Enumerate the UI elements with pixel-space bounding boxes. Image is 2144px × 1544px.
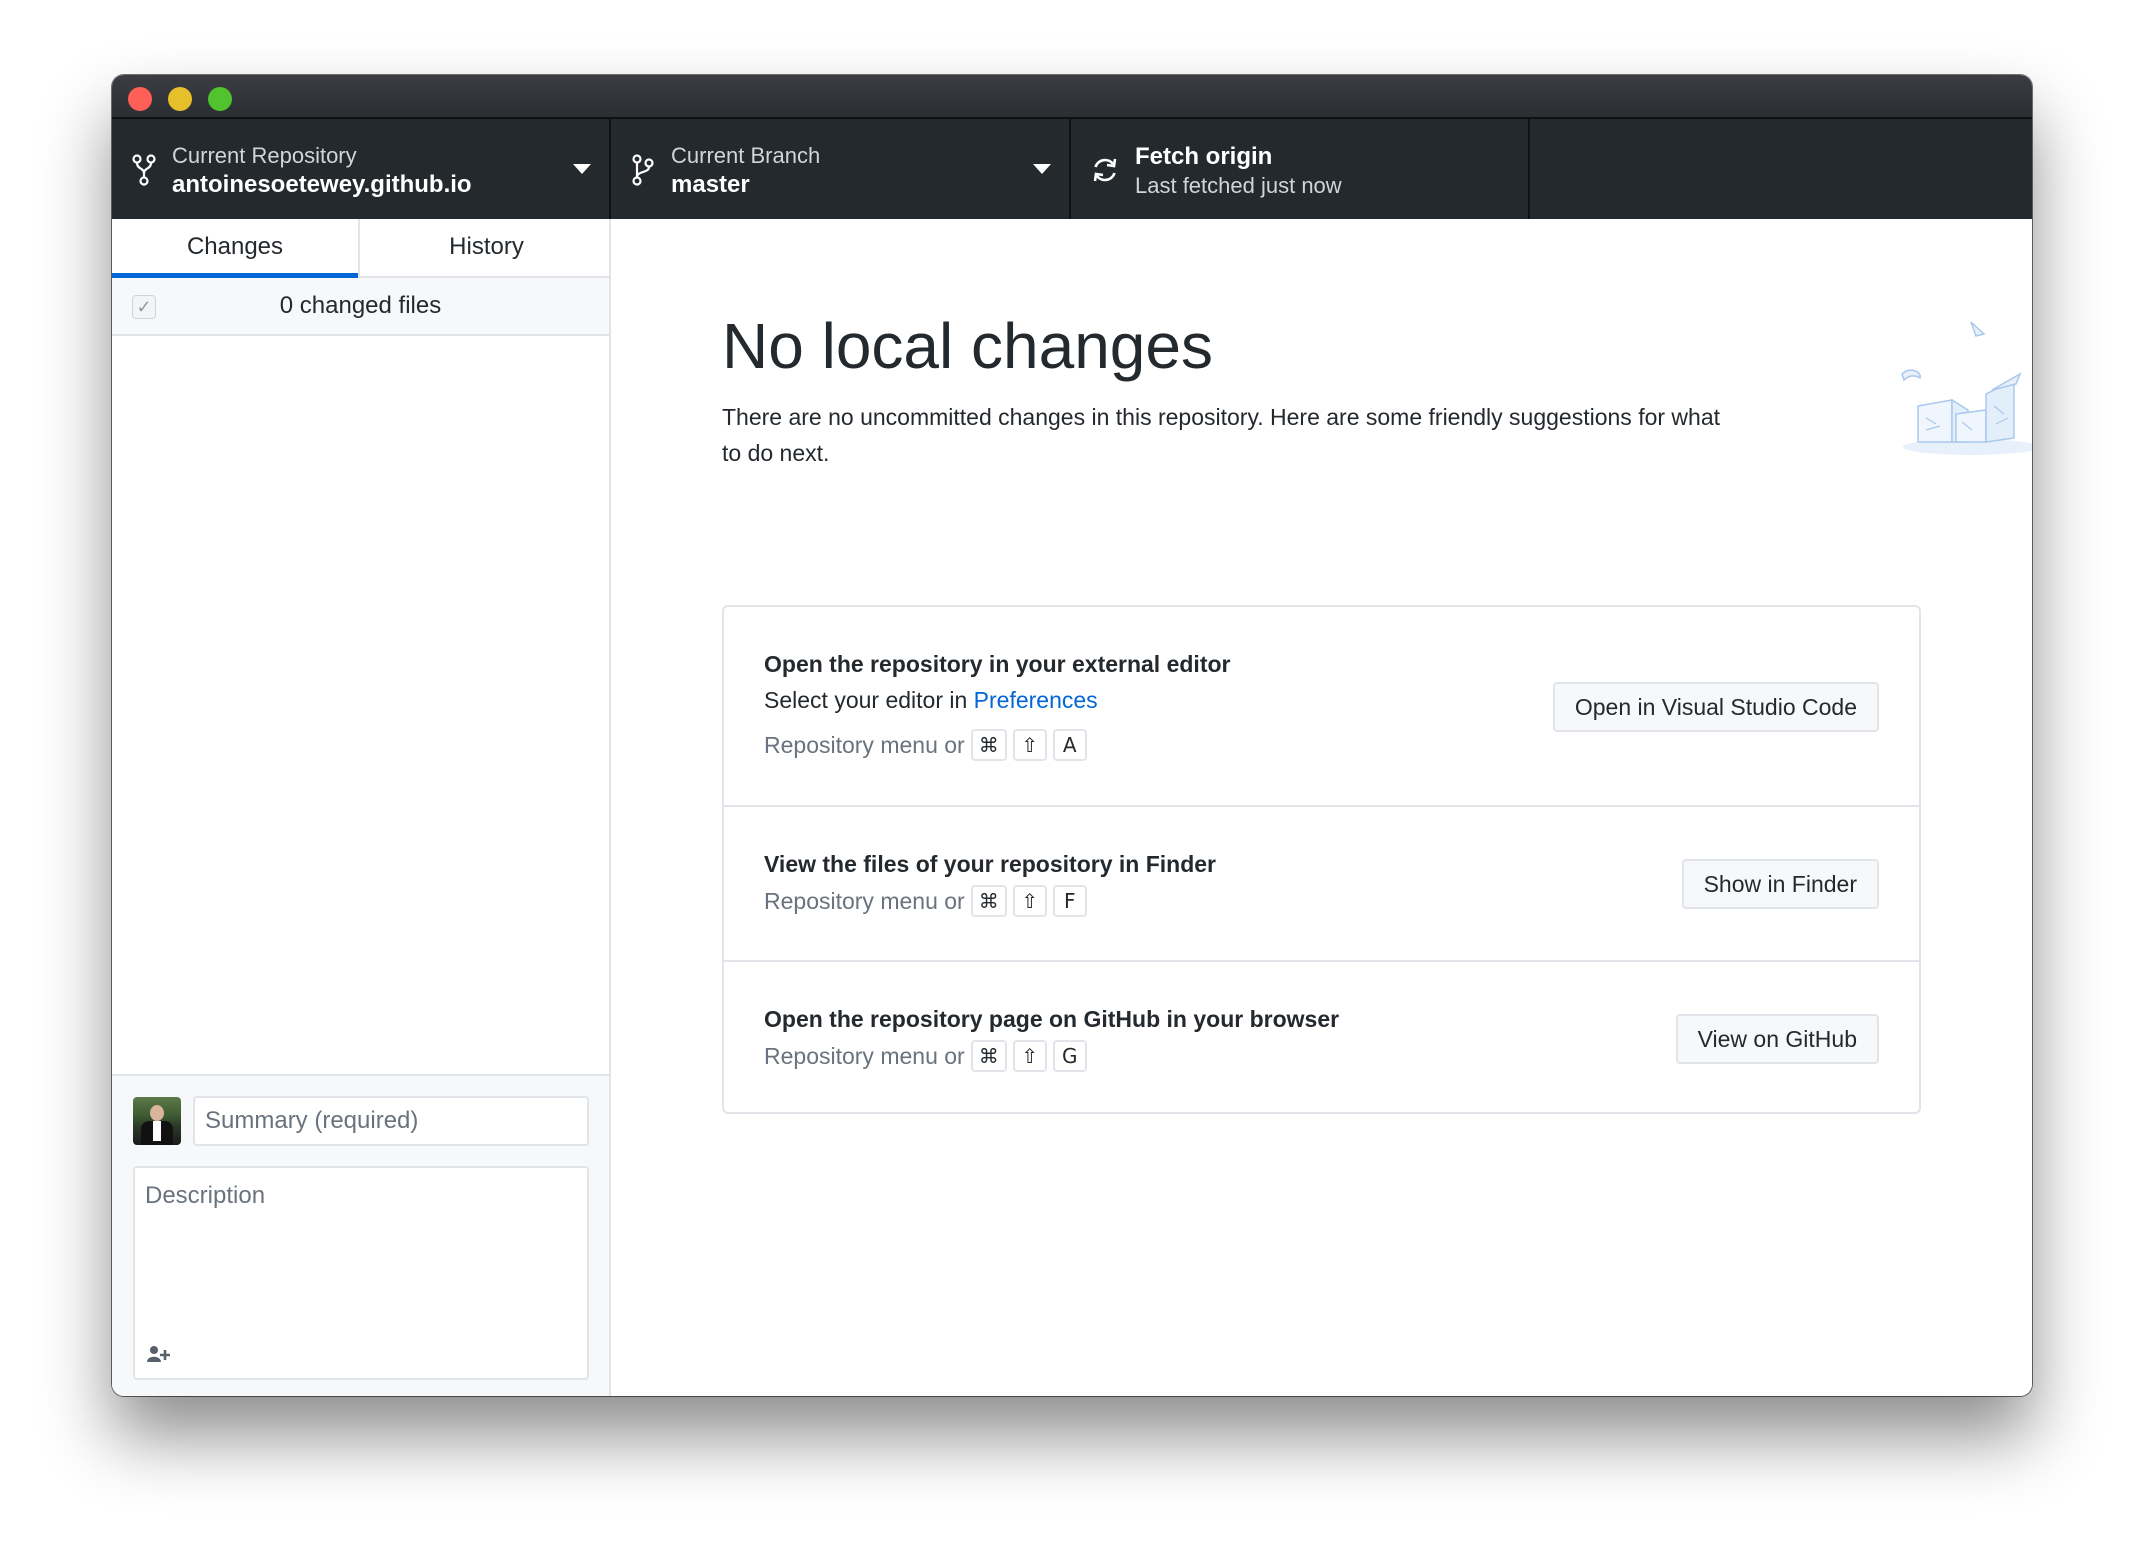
shortcut-prefix: Repository menu or [764, 887, 965, 914]
lead-text: There are no uncommitted changes in this… [722, 404, 1721, 466]
repository-name: antoinesoetewey.github.io [172, 171, 472, 198]
app-window: Current Repository antoinesoetewey.githu… [112, 75, 2032, 1396]
sidebar: Changes History ✓ 0 changed files Summar… [112, 219, 611, 1396]
suggestion-open-editor: Open the repository in your external edi… [724, 607, 1919, 807]
main-content: No local changes There are no uncommitte… [611, 219, 2032, 1396]
current-repository-dropdown[interactable]: Current Repository antoinesoetewey.githu… [112, 119, 611, 219]
avatar [133, 1097, 181, 1145]
view-on-github-button[interactable]: View on GitHub [1675, 1014, 1879, 1064]
shortcut-prefix: Repository menu or [764, 731, 965, 758]
add-coauthor-icon[interactable] [146, 1344, 172, 1364]
tab-changes[interactable]: Changes [112, 219, 360, 278]
command-key-icon: ⌘ [970, 1040, 1007, 1072]
suggestion-title: View the files of your repository in Fin… [764, 851, 1216, 877]
letter-key: A [1052, 729, 1087, 761]
show-in-finder-button[interactable]: Show in Finder [1681, 859, 1879, 909]
tab-history[interactable]: History [362, 219, 611, 276]
repo-forked-icon [132, 154, 156, 186]
changed-files-count: 0 changed files [279, 292, 442, 319]
open-in-editor-button[interactable]: Open in Visual Studio Code [1552, 682, 1879, 732]
letter-key: F [1052, 885, 1087, 917]
summary-input[interactable] [193, 1096, 589, 1146]
toolbar: Current Repository antoinesoetewey.githu… [112, 119, 2032, 219]
zoom-window-button[interactable] [208, 87, 232, 111]
command-key-icon: ⌘ [970, 729, 1007, 761]
chevron-down-icon [1033, 164, 1051, 174]
suggestion-subtitle-text: Select your editor in [764, 687, 968, 713]
suggestion-view-on-github: Open the repository page on GitHub in yo… [724, 962, 1919, 1114]
shortcut-prefix: Repository menu or [764, 1042, 965, 1069]
suggestion-subtitle: Select your editor in Preferences [764, 687, 1098, 714]
shift-key-icon: ⇧ [1012, 1040, 1047, 1072]
suggestion-title: Open the repository page on GitHub in yo… [764, 1006, 1340, 1032]
keyboard-shortcut: Repository menu or ⌘ ⇧ G [764, 1040, 1087, 1072]
empty-state-illustration-icon [1901, 321, 2032, 455]
keyboard-shortcut: Repository menu or ⌘ ⇧ A [764, 729, 1087, 761]
close-window-button[interactable] [128, 87, 152, 111]
commit-form: Commit to master [112, 1074, 609, 1396]
repository-label: Current Repository [172, 143, 357, 168]
letter-key: G [1052, 1040, 1087, 1072]
description-input[interactable] [135, 1168, 587, 1338]
git-branch-icon [632, 154, 654, 186]
current-branch-dropdown[interactable]: Current Branch master [611, 119, 1071, 219]
sidebar-tabs: Changes History [112, 219, 609, 278]
suggestion-show-in-finder: View the files of your repository in Fin… [724, 807, 1919, 962]
keyboard-shortcut: Repository menu or ⌘ ⇧ F [764, 885, 1087, 917]
suggestions-panel: Open the repository in your external edi… [722, 605, 1921, 1114]
branch-name: master [671, 171, 750, 198]
title-bar [112, 75, 2032, 119]
suggestion-title: Open the repository in your external edi… [764, 651, 1231, 677]
minimize-window-button[interactable] [168, 87, 192, 111]
changed-files-list [112, 336, 609, 1074]
fetch-origin-button[interactable]: Fetch origin Last fetched just now [1071, 119, 1530, 219]
fetch-title: Fetch origin [1135, 143, 1273, 170]
fetch-status: Last fetched just now [1135, 173, 1342, 198]
command-key-icon: ⌘ [970, 885, 1007, 917]
changed-files-header: ✓ 0 changed files [112, 278, 609, 336]
sync-icon [1093, 158, 1117, 182]
branch-label: Current Branch [671, 143, 821, 168]
chevron-down-icon [573, 164, 591, 174]
shift-key-icon: ⇧ [1012, 885, 1047, 917]
shift-key-icon: ⇧ [1012, 729, 1047, 761]
description-field [133, 1166, 589, 1380]
page-title: No local changes [722, 310, 1213, 382]
preferences-link[interactable]: Preferences [974, 687, 1098, 713]
